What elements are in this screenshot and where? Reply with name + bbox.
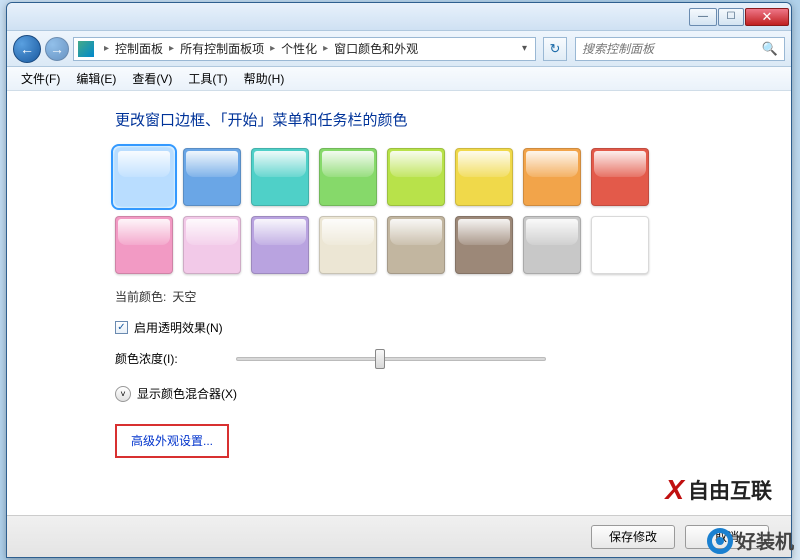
- color-swatch[interactable]: [523, 148, 581, 206]
- minimize-button[interactable]: —: [689, 8, 717, 26]
- menu-edit[interactable]: 编辑(E): [68, 70, 124, 87]
- maximize-button[interactable]: ☐: [718, 8, 744, 26]
- transparency-label: 启用透明效果(N): [134, 319, 223, 336]
- chevron-down-icon: ˅: [115, 386, 131, 402]
- color-mixer-expander[interactable]: ˅ 显示颜色混合器(X): [115, 385, 791, 402]
- close-button[interactable]: ✕: [745, 8, 789, 26]
- intensity-label: 颜色浓度(I):: [115, 350, 178, 367]
- transparency-row: ✓ 启用透明效果(N): [115, 319, 791, 336]
- color-mixer-label: 显示颜色混合器(X): [137, 385, 237, 402]
- color-swatch[interactable]: [387, 216, 445, 274]
- color-swatch[interactable]: [523, 216, 581, 274]
- forward-button[interactable]: →: [45, 37, 69, 61]
- intensity-row: 颜色浓度(I):: [115, 350, 791, 367]
- chevron-right-icon: ▸: [100, 43, 113, 54]
- breadcrumb-item[interactable]: 所有控制面板项: [178, 40, 266, 57]
- chevron-right-icon: ▸: [266, 43, 279, 54]
- highlight-box: 高级外观设置...: [115, 424, 229, 458]
- search-icon: 🔍: [762, 41, 778, 57]
- chevron-right-icon: ▸: [165, 43, 178, 54]
- color-swatch[interactable]: [387, 148, 445, 206]
- current-color-value: 天空: [172, 288, 196, 305]
- color-swatch[interactable]: [319, 148, 377, 206]
- address-dropdown-icon[interactable]: ▾: [518, 43, 531, 54]
- color-swatch[interactable]: [251, 216, 309, 274]
- intensity-slider[interactable]: [236, 357, 546, 361]
- refresh-button[interactable]: ↻: [543, 37, 567, 61]
- menu-file[interactable]: 文件(F): [13, 70, 68, 87]
- chevron-right-icon: ▸: [319, 43, 332, 54]
- transparency-checkbox[interactable]: ✓: [115, 321, 128, 334]
- cancel-button[interactable]: 取消: [685, 525, 769, 549]
- slider-thumb[interactable]: [375, 349, 385, 369]
- content-area: 更改窗口边框、「开始」菜单和任务栏的颜色 当前颜色: 天空 ✓ 启用透明效果(N…: [7, 91, 791, 557]
- color-swatch[interactable]: [183, 148, 241, 206]
- color-swatch[interactable]: [455, 148, 513, 206]
- current-color-label: 当前颜色:: [115, 288, 166, 305]
- navigation-bar: ← → ▸ 控制面板 ▸ 所有控制面板项 ▸ 个性化 ▸ 窗口颜色和外观 ▾ ↻…: [7, 31, 791, 67]
- menu-view[interactable]: 查看(V): [124, 70, 180, 87]
- color-swatch[interactable]: [591, 216, 649, 274]
- breadcrumb-item[interactable]: 控制面板: [113, 40, 165, 57]
- color-swatch[interactable]: [183, 216, 241, 274]
- menu-bar: 文件(F) 编辑(E) 查看(V) 工具(T) 帮助(H): [7, 67, 791, 91]
- color-swatch[interactable]: [591, 148, 649, 206]
- page-title: 更改窗口边框、「开始」菜单和任务栏的颜色: [115, 109, 791, 130]
- color-swatch[interactable]: [319, 216, 377, 274]
- color-swatch[interactable]: [251, 148, 309, 206]
- control-panel-icon: [78, 41, 94, 57]
- footer-bar: 保存修改 取消: [7, 515, 791, 557]
- color-swatch-grid: [115, 148, 715, 274]
- menu-help[interactable]: 帮助(H): [236, 70, 293, 87]
- color-swatch[interactable]: [115, 148, 173, 206]
- color-swatch[interactable]: [115, 216, 173, 274]
- titlebar: — ☐ ✕: [7, 3, 791, 31]
- search-box[interactable]: 🔍: [575, 37, 785, 61]
- back-button[interactable]: ←: [13, 35, 41, 63]
- menu-tools[interactable]: 工具(T): [180, 70, 235, 87]
- advanced-appearance-link[interactable]: 高级外观设置...: [131, 434, 213, 448]
- window-frame: — ☐ ✕ ← → ▸ 控制面板 ▸ 所有控制面板项 ▸ 个性化 ▸ 窗口颜色和…: [6, 2, 792, 558]
- breadcrumb-item[interactable]: 个性化: [279, 40, 319, 57]
- save-button[interactable]: 保存修改: [591, 525, 675, 549]
- color-swatch[interactable]: [455, 216, 513, 274]
- search-input[interactable]: [582, 42, 762, 56]
- current-color-row: 当前颜色: 天空: [115, 288, 791, 305]
- address-bar[interactable]: ▸ 控制面板 ▸ 所有控制面板项 ▸ 个性化 ▸ 窗口颜色和外观 ▾: [73, 37, 536, 61]
- breadcrumb-item[interactable]: 窗口颜色和外观: [332, 40, 420, 57]
